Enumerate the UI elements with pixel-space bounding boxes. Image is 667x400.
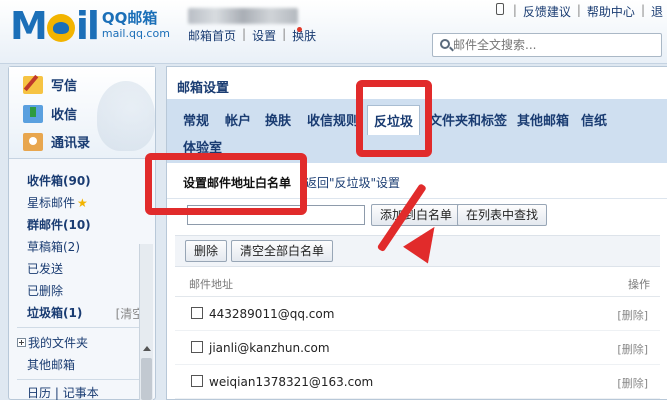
left-sidebar: 写信 收信 通讯录 收件箱(90) 星标邮件 ★ 群邮件(10) 草稿箱(2) 已… [8, 66, 156, 400]
whitelist-email: weiqian1378321@163.com [209, 375, 374, 389]
link-mail-home[interactable]: 邮箱首页 [188, 27, 236, 44]
link-skin[interactable]: 换肤 [292, 27, 316, 44]
divider [17, 379, 147, 380]
folder-inbox[interactable]: 收件箱(90) [27, 173, 91, 189]
inbox-button[interactable]: 收信 [23, 104, 77, 123]
annotation-box-whitelist [145, 153, 307, 215]
tab-mail-rules[interactable]: 收信规则 [307, 110, 359, 129]
tab-account[interactable]: 帐户 [225, 110, 251, 129]
write-icon [23, 75, 43, 94]
folder-sent[interactable]: 已发送 [27, 261, 63, 277]
tab-general[interactable]: 常规 [183, 110, 209, 129]
tab-other-mailboxes[interactable]: 其他邮箱 [517, 110, 569, 129]
logo-wordmark: M [10, 4, 48, 48]
search-input[interactable] [453, 36, 653, 54]
phone-icon[interactable] [495, 3, 504, 15]
row-checkbox[interactable] [191, 375, 203, 387]
search-icon[interactable] [440, 39, 450, 49]
tab-skin[interactable]: 换肤 [265, 110, 291, 129]
notes-link[interactable]: 记事本 [63, 386, 99, 400]
link-logout[interactable]: 退 [651, 3, 663, 20]
divider [17, 327, 147, 328]
row-checkbox[interactable] [191, 341, 203, 353]
star-icon: ★ [77, 196, 88, 210]
row-delete-link[interactable]: [删除] [617, 307, 648, 323]
link-settings[interactable]: 设置 [252, 27, 276, 44]
annotation-box-anti-spam [356, 80, 432, 157]
scroll-thumb[interactable] [141, 358, 152, 400]
logo-penguin-icon [46, 14, 75, 42]
list-header: 邮件地址 操作 [175, 267, 660, 297]
folder-group-mail[interactable]: 群邮件(10) [27, 217, 91, 233]
blurred-account-name [188, 8, 298, 24]
scroll-up-icon[interactable] [143, 346, 151, 351]
logo-wordmark-tail: il [75, 4, 100, 48]
contacts-icon [23, 132, 43, 151]
find-in-list-button[interactable]: 在列表中查找 [457, 204, 548, 226]
folder-deleted[interactable]: 已删除 [27, 283, 63, 299]
folder-spam[interactable]: 垃圾箱(1) [27, 305, 82, 321]
inbox-icon [23, 104, 43, 123]
link-help[interactable]: 帮助中心 [587, 3, 635, 20]
my-folders-toggle[interactable]: 我的文件夹 [17, 335, 88, 351]
list-item: jianli@kanzhun.com [删除] [175, 331, 660, 365]
list-item: weiqian1378321@163.com [删除] [175, 365, 660, 399]
link-feedback[interactable]: 反馈建议 [523, 3, 571, 20]
primary-actions: 写信 收信 通讯录 [9, 67, 155, 159]
back-to-anti-spam-link[interactable]: 返回"反垃圾"设置 [305, 174, 400, 191]
utility-links: | 反馈建议 | 帮助中心 | 退 [495, 3, 663, 20]
folder-drafts[interactable]: 草稿箱(2) [27, 239, 80, 255]
row-checkbox[interactable] [191, 307, 203, 319]
other-mailboxes-link[interactable]: 其他邮箱 [27, 357, 75, 373]
whitelist-email: jianli@kanzhun.com [209, 341, 330, 355]
whitelist-email: 443289011@qq.com [209, 307, 335, 321]
qq-mail-logo[interactable]: M il QQ邮箱 mail.qq.com [10, 6, 170, 46]
delete-button[interactable]: 删除 [185, 240, 228, 262]
folder-starred[interactable]: 星标邮件 ★ [27, 195, 88, 211]
sidebar-scrollbar[interactable] [139, 244, 153, 400]
page-title: 邮箱设置 [177, 81, 230, 96]
column-address: 邮件地址 [189, 278, 233, 291]
top-header: M il QQ邮箱 mail.qq.com 邮箱首页 | 设置 | 换肤 | 反… [0, 0, 667, 64]
clear-whitelist-button[interactable]: 清空全部白名单 [231, 240, 334, 262]
column-action: 操作 [628, 278, 650, 291]
logo-url-text: mail.qq.com [101, 27, 170, 40]
notification-dot [297, 27, 302, 32]
tab-folders-labels[interactable]: 文件夹和标签 [429, 110, 507, 129]
calendar-link[interactable]: 日历 [27, 386, 51, 400]
add-to-whitelist-button[interactable]: 添加到白名单 [371, 204, 462, 226]
tab-stationery[interactable]: 信纸 [581, 110, 607, 129]
logo-cn-text: QQ邮箱 [101, 9, 158, 27]
expand-icon[interactable] [17, 338, 26, 347]
row-delete-link[interactable]: [删除] [617, 341, 648, 357]
row-delete-link[interactable]: [删除] [617, 375, 648, 391]
calendar-notes-links: 日历 | 记事本 [27, 386, 99, 400]
compose-button[interactable]: 写信 [23, 75, 77, 94]
contacts-button[interactable]: 通讯录 [23, 132, 90, 151]
penguin-watermark [97, 81, 155, 151]
list-item: 443289011@qq.com [删除] [175, 297, 660, 331]
mail-search-box[interactable] [432, 33, 662, 57]
